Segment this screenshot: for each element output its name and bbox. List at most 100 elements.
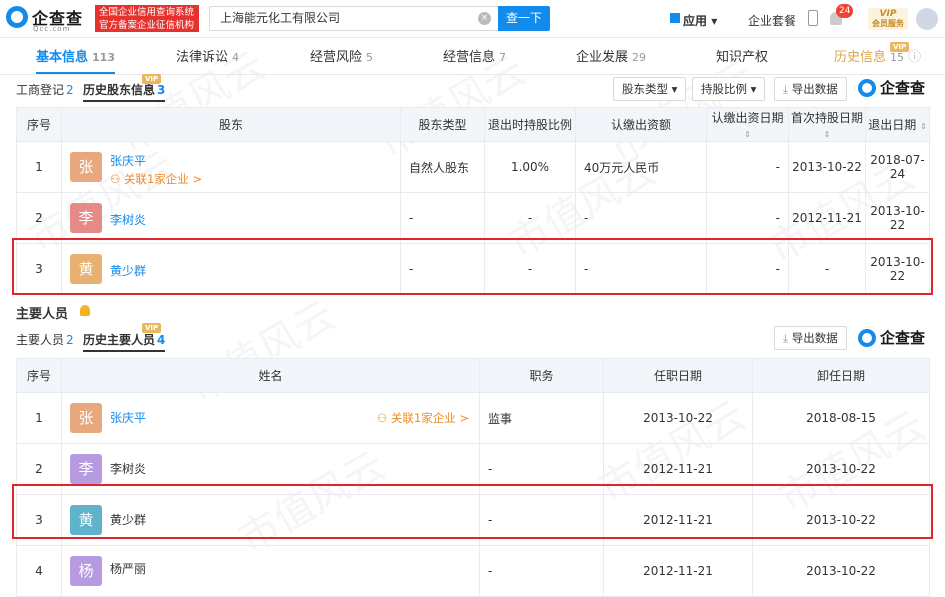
related-companies-label: 关联1家企业 > (123, 172, 203, 186)
table-row: 2 李 李树炎 - - - - 2012-11-21 2013-10-22 (16, 192, 930, 244)
first-holding-date: 2012-11-21 (788, 192, 866, 244)
sortable-column-header[interactable]: 首次持股日期 ⇕ (788, 107, 866, 142)
person-cell: 黄 黄少群 (61, 494, 480, 546)
shareholders-table: 序号 股东 股东类型 退出时持股比例 认缴出资额 认缴出资日期 ⇕ 首次持股日期… (16, 107, 930, 295)
related-companies-link[interactable]: ⚇ 关联1家企业 > (377, 410, 469, 426)
personnel-subtabs: 主要人员 2 历史主要人员 4 (16, 330, 216, 352)
export-label: 导出数据 (791, 331, 838, 345)
exit-date: 2013-10-22 (865, 243, 930, 295)
subscribed-capital: 40万元人民币 (575, 141, 707, 193)
shareholder-subtabs: 工商登记 2 历史股东信息 3 (16, 80, 216, 102)
tab-count: 15 (890, 51, 905, 64)
apps-menu[interactable]: 应用 ▾ (683, 12, 717, 29)
tab-risk[interactable]: 经营风险 5 (310, 42, 373, 74)
exit-share-ratio: - (484, 243, 576, 295)
table-row: 1 张 张庆平 ⚇ 关联1家企业 > 监事 2013-10-22 2018-08… (16, 392, 930, 444)
sortable-column-header[interactable]: 退出日期 ⇕ (865, 107, 930, 142)
search-input[interactable]: 上海能元化工有限公司 (209, 6, 499, 31)
related-companies-link[interactable]: ⚇ 关联1家企业 > (110, 171, 202, 187)
subtab-count: 2 (66, 333, 74, 347)
tab-development[interactable]: 企业发展 29 (576, 42, 646, 74)
start-date: 2012-11-21 (603, 443, 753, 495)
column-header: 股东 (61, 107, 401, 142)
related-companies-label: 关联1家企业 > (390, 411, 469, 425)
subscribed-capital: - (575, 243, 707, 295)
download-icon: ⤓ (783, 82, 789, 96)
position: - (479, 545, 604, 597)
qcc-logo-icon[interactable] (6, 6, 28, 28)
subtab-historical-personnel[interactable]: 历史主要人员 4 (83, 330, 166, 352)
vip-sub-label: 会员服务 (872, 19, 904, 28)
subtab-label: 历史主要人员 (83, 333, 156, 347)
shareholder-name-link[interactable]: 李树炎 (110, 211, 146, 228)
column-header: 序号 (16, 358, 62, 393)
row-number: 3 (16, 243, 62, 295)
table-row: 3 黄 黄少群 - - - - - 2013-10-22 (16, 243, 930, 295)
avatar: 杨 (70, 556, 102, 586)
sort-icon: ⇕ (920, 122, 927, 131)
position: 监事 (479, 392, 604, 444)
first-holding-date: 2013-10-22 (788, 141, 866, 193)
mobile-icon[interactable] (808, 10, 818, 26)
apps-grid-icon[interactable] (670, 13, 680, 23)
sort-icon: ⇕ (744, 130, 751, 139)
avatar: 李 (70, 203, 102, 233)
tab-count: 5 (366, 51, 374, 64)
shareholder-name-link[interactable]: 黄少群 (110, 262, 146, 279)
qcc-brand-logo: 企查查 (858, 77, 925, 99)
table-header-row: 序号 股东 股东类型 退出时持股比例 认缴出资额 认缴出资日期 ⇕ 首次持股日期… (16, 107, 930, 142)
subtab-registered-shareholders[interactable]: 工商登记 2 (16, 80, 74, 100)
vip-member-button[interactable]: VIP 会员服务 (868, 8, 908, 30)
subtab-current-personnel[interactable]: 主要人员 2 (16, 330, 74, 350)
export-data-button[interactable]: ⤓ 导出数据 (774, 326, 847, 350)
vip-tag: VIP (142, 323, 162, 333)
subscribed-date: - (706, 243, 789, 295)
shareholder-cell: 张 张庆平 ⚇ 关联1家企业 > (61, 141, 401, 193)
exit-date: 2018-07-24 (865, 141, 930, 193)
slogan-line-2: 官方备案企业征信机构 (99, 20, 195, 31)
tab-ip[interactable]: 知识产权 (716, 42, 768, 74)
link-icon: ⚇ (110, 172, 121, 186)
exit-date: 2013-10-22 (865, 192, 930, 244)
shareholder-type-filter[interactable]: 股东类型 ▾ (613, 77, 687, 101)
column-header-label: 首次持股日期 (790, 111, 863, 125)
notification-bell-icon[interactable] (80, 305, 90, 316)
column-header: 姓名 (61, 358, 480, 393)
tab-count: 113 (92, 51, 115, 64)
share-ratio-filter[interactable]: 持股比例 ▾ (692, 77, 766, 101)
sortable-column-header[interactable]: 认缴出资日期 ⇕ (706, 107, 789, 142)
vip-label: VIP (879, 9, 897, 19)
tab-count: 7 (499, 51, 507, 64)
person-cell: 张 张庆平 ⚇ 关联1家企业 > (61, 392, 480, 444)
enterprise-package-link[interactable]: 企业套餐 (748, 12, 796, 29)
link-icon: ⚇ (376, 411, 388, 425)
tab-basic-info[interactable]: 基本信息 113 (36, 42, 115, 74)
tab-label: 历史信息 (834, 50, 887, 65)
tab-operation[interactable]: 经营信息 7 (443, 42, 506, 74)
filter-label: 股东类型 (622, 82, 668, 96)
table-row: 1 张 张庆平 ⚇ 关联1家企业 > 自然人股东 1.00% 40万元人民币 -… (16, 141, 930, 193)
shareholder-name-link[interactable]: 张庆平 (110, 152, 146, 169)
search-button[interactable]: 查一下 (498, 6, 550, 31)
table-row: 2 李 李树炎 - 2012-11-21 2013-10-22 (16, 443, 930, 495)
person-name: 黄少群 (110, 513, 147, 527)
subscribed-capital: - (575, 192, 707, 244)
table-row: 4 杨 杨严丽 - 2012-11-21 2013-10-22 (16, 545, 930, 597)
avatar: 李 (70, 454, 102, 484)
column-header: 卸任日期 (752, 358, 930, 393)
sort-icon: ⇕ (823, 130, 831, 139)
download-icon: ⤓ (783, 331, 789, 345)
person-name-link[interactable]: 张庆平 (110, 409, 146, 426)
personnel-table: 序号 姓名 职务 任职日期 卸任日期 1 张 张庆平 ⚇ 关联1家企业 > 监事… (16, 358, 930, 597)
tab-legal[interactable]: 法律诉讼 4 (176, 42, 239, 74)
clear-search-icon[interactable]: × (478, 12, 491, 25)
avatar: 黄 (70, 505, 102, 535)
export-data-button[interactable]: ⤓ 导出数据 (774, 77, 847, 101)
avatar: 黄 (70, 254, 102, 284)
tab-label: 企业发展 (576, 50, 629, 65)
user-avatar[interactable] (916, 8, 938, 30)
position: - (479, 494, 604, 546)
top-bar: 企查查 Qcc.com 全国企业信用查询系统 官方备案企业征信机构 上海能元化工… (0, 0, 945, 38)
subtab-count: 2 (66, 83, 74, 97)
exit-share-ratio: 1.00% (484, 141, 576, 193)
